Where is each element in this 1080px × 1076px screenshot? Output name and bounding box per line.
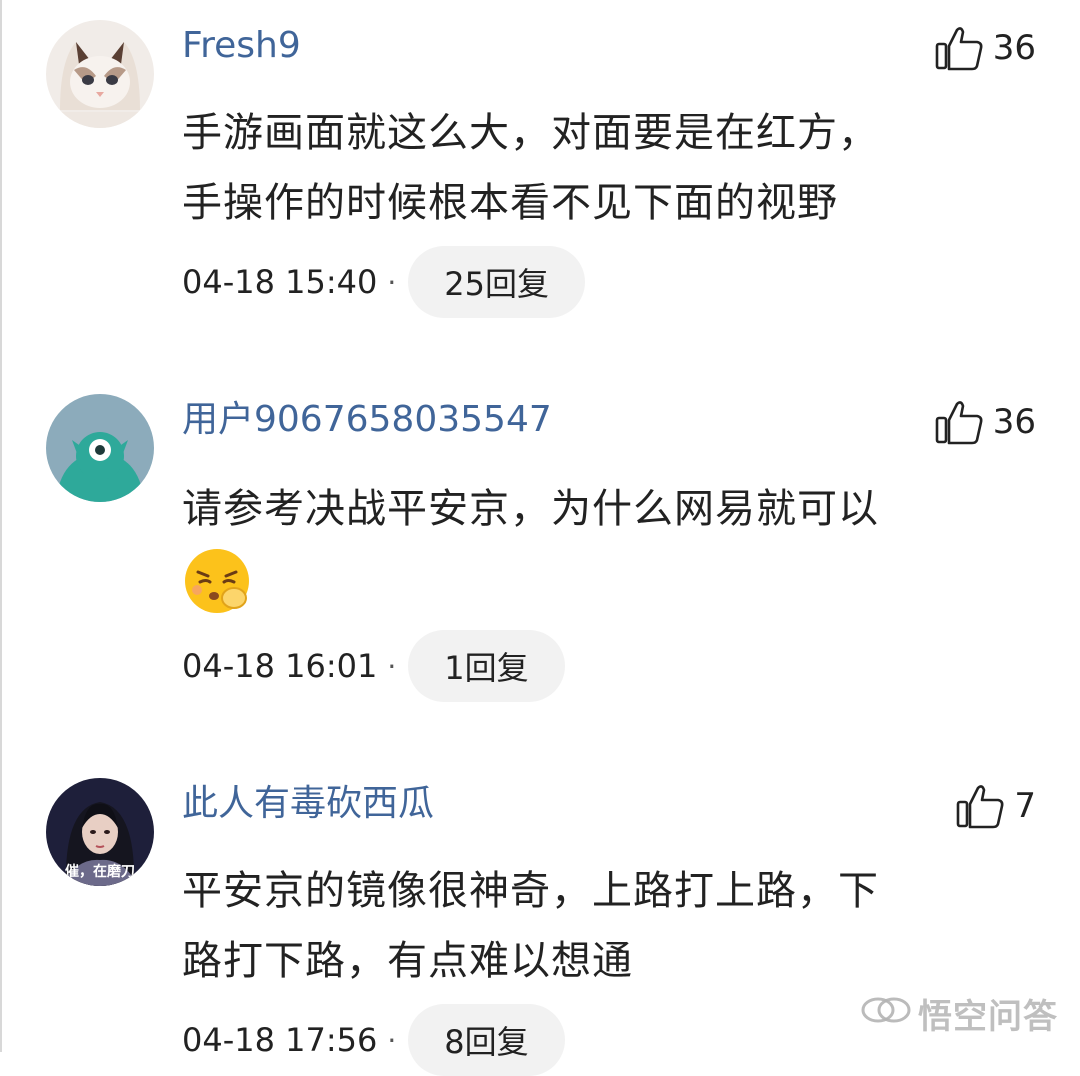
avatar[interactable]: 催，在磨刀	[46, 778, 154, 886]
timestamp: 04-18 16:01	[182, 647, 378, 685]
username[interactable]: 用户9067658035547	[182, 402, 552, 438]
separator-dot: ·	[387, 649, 397, 683]
avatar[interactable]	[46, 394, 154, 502]
like-count: 36	[992, 402, 1036, 442]
timestamp: 04-18 15:40	[182, 263, 378, 301]
comment-text: 手游画面就这么大，对面要是在红方， 手操作的时候根本看不见下面的视野	[182, 98, 1022, 238]
watermark: 悟空问答	[860, 989, 1058, 1038]
left-border	[0, 0, 2, 1052]
comment-meta: 04-18 16:01 · 1回复	[182, 630, 565, 702]
thumbs-up-icon	[935, 24, 985, 72]
separator-dot: ·	[387, 265, 397, 299]
comment-meta: 04-18 15:40 · 25回复	[182, 246, 586, 318]
username[interactable]: 此人有毒砍西瓜	[182, 786, 434, 822]
reply-count-button[interactable]: 25回复	[408, 246, 586, 318]
comment-text-line: 平安京的镜像很神奇，上路打上路，下	[182, 868, 879, 914]
comment-text-line: 路打下路，有点难以想通	[182, 938, 633, 984]
thumbs-up-icon	[956, 782, 1006, 830]
like-button[interactable]: 36	[935, 24, 1036, 72]
comment-text-line: 手游画面就这么大，对面要是在红方，	[182, 110, 879, 156]
watermark-logo-icon	[860, 994, 912, 1034]
reply-count-button[interactable]: 8回复	[408, 1004, 565, 1076]
comment-text: 平安京的镜像很神奇，上路打上路，下 路打下路，有点难以想通	[182, 856, 1022, 996]
avatar-caption: 催，在磨刀	[65, 863, 135, 880]
like-button[interactable]: 36	[935, 398, 1036, 446]
like-count: 7	[1014, 786, 1036, 826]
comment-text: 请参考决战平安京，为什么网易就可以	[182, 474, 1022, 544]
like-button[interactable]: 7	[956, 782, 1036, 830]
reply-count-button[interactable]: 1回复	[408, 630, 565, 702]
like-count: 36	[992, 28, 1036, 68]
timestamp: 04-18 17:56	[182, 1021, 378, 1059]
thumbs-up-icon	[935, 398, 985, 446]
username[interactable]: Fresh9	[182, 28, 301, 64]
shushing-face-emoji	[182, 546, 252, 616]
watermark-text: 悟空问答	[918, 997, 1058, 1037]
comment-text-line: 请参考决战平安京，为什么网易就可以	[182, 486, 879, 532]
comment-text-line: 手操作的时候根本看不见下面的视野	[182, 180, 838, 226]
avatar[interactable]	[46, 20, 154, 128]
comment-meta: 04-18 17:56 · 8回复	[182, 1004, 565, 1076]
